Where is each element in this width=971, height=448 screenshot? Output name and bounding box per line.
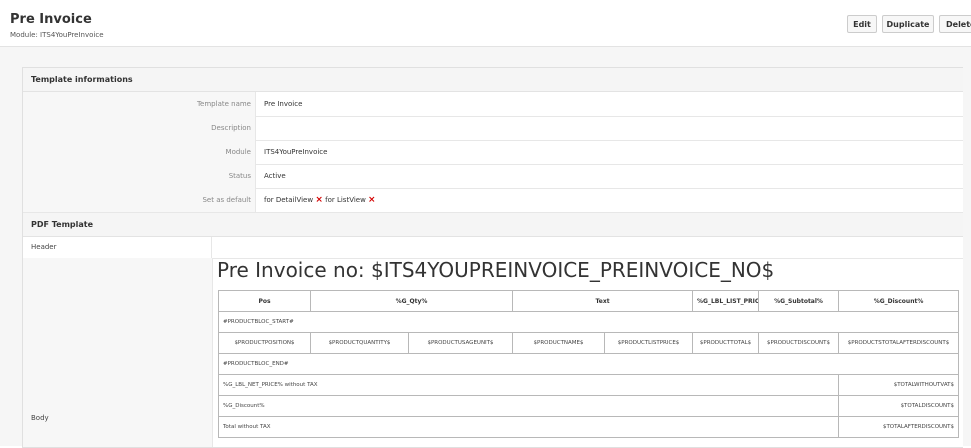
summary-label: %G_Discount% bbox=[217, 395, 840, 417]
field-label: Module bbox=[23, 140, 256, 164]
bloc-end-row: #PRODUCTBLOC_END# bbox=[217, 353, 960, 375]
summary-row: %G_LBL_NET_PRICE% without TAX $TOTALWITH… bbox=[217, 374, 960, 396]
col-header-text: Text bbox=[512, 290, 694, 312]
field-label: Description bbox=[23, 116, 256, 140]
product-usage-unit: $PRODUCTUSAGEUNIT$ bbox=[407, 332, 514, 354]
summary-value: $TOTALAFTERDISCOUNT$ bbox=[838, 416, 960, 438]
header-label: Header bbox=[23, 237, 212, 258]
product-table-header: Pos %G_Qty% Text %G_LBL_LIST_PRICE% %G_S… bbox=[218, 290, 960, 312]
pdf-template-heading: PDF Template bbox=[23, 213, 963, 237]
product-name: $PRODUCTNAME$ bbox=[512, 332, 606, 354]
invoice-number-heading: Pre Invoice no: $ITS4YOUPREINVOICE_PREIN… bbox=[217, 258, 775, 282]
field-value: Active bbox=[264, 172, 286, 180]
field-value: for DetailView × for ListView × bbox=[264, 188, 376, 212]
product-table: Pos %G_Qty% Text %G_LBL_LIST_PRICE% %G_S… bbox=[217, 290, 960, 438]
bloc-start-marker: #PRODUCTBLOC_START# bbox=[217, 311, 960, 333]
summary-row: %G_Discount% $TOTALDISCOUNT$ bbox=[217, 395, 960, 417]
summary-label: %G_LBL_NET_PRICE% without TAX bbox=[217, 374, 840, 396]
row-module: Module ITS4YouPreInvoice bbox=[23, 140, 963, 165]
product-discount: $PRODUCTDISCOUNT$ bbox=[758, 332, 840, 354]
default-listview-label: for ListView bbox=[325, 196, 366, 204]
col-header-qty: %G_Qty% bbox=[309, 290, 514, 312]
bloc-start-row: #PRODUCTBLOC_START# bbox=[217, 311, 960, 333]
body-label-cell: Body bbox=[23, 258, 213, 447]
summary-value: $TOTALDISCOUNT$ bbox=[838, 395, 960, 417]
product-quantity: $PRODUCTQUANTITY$ bbox=[310, 332, 409, 354]
product-total: $PRODUCTTOTAL$ bbox=[692, 332, 760, 354]
summary-value: $TOTALWITHOUTVAT$ bbox=[838, 374, 960, 396]
delete-button[interactable]: Delete bbox=[939, 15, 971, 33]
field-label: Template name bbox=[23, 92, 256, 116]
page-title: Pre Invoice bbox=[10, 12, 92, 27]
product-list-price: $PRODUCTLISTPRICE$ bbox=[604, 332, 694, 354]
duplicate-button[interactable]: Duplicate bbox=[882, 15, 934, 33]
field-label: Set as default bbox=[23, 188, 256, 212]
row-description: Description bbox=[23, 116, 963, 141]
product-row: $PRODUCTPOSITION$ $PRODUCTQUANTITY$ $PRO… bbox=[218, 332, 960, 354]
field-value: Pre Invoice bbox=[264, 100, 303, 108]
row-template-name: Template name Pre Invoice bbox=[23, 92, 963, 117]
product-total-after-discount: $PRODUCTSTOTALAFTERDISCOUNT$ bbox=[838, 332, 960, 354]
summary-label: Total without TAX bbox=[217, 416, 840, 438]
listview-remove-icon[interactable]: × bbox=[368, 195, 376, 205]
edit-button[interactable]: Edit bbox=[847, 15, 877, 33]
summary-row: Total without TAX $TOTALAFTERDISCOUNT$ bbox=[217, 416, 960, 438]
col-header-discount: %G_Discount% bbox=[838, 290, 960, 312]
col-header-list-price: %G_LBL_LIST_PRICE% bbox=[692, 290, 760, 312]
module-label: Module: bbox=[10, 31, 38, 39]
default-detailview-label: for DetailView bbox=[264, 196, 314, 204]
detail-header: Pre Invoice Module: ITS4YouPreInvoice Ed… bbox=[0, 0, 971, 47]
col-header-pos: Pos bbox=[218, 290, 311, 312]
module-line: Module: ITS4YouPreInvoice bbox=[10, 31, 104, 39]
template-informations-heading: Template informations bbox=[23, 68, 963, 92]
product-position: $PRODUCTPOSITION$ bbox=[218, 332, 311, 354]
main-content: Template informations Template name Pre … bbox=[0, 47, 971, 448]
module-value: ITS4YouPreInvoice bbox=[40, 31, 104, 39]
detailview-remove-icon[interactable]: × bbox=[315, 195, 323, 205]
pdf-header-row: Header bbox=[23, 237, 963, 259]
row-status: Status Active bbox=[23, 164, 963, 189]
col-header-subtotal: %G_Subtotal% bbox=[758, 290, 840, 312]
body-label: Body bbox=[31, 414, 49, 422]
row-set-as-default: Set as default for DetailView × for List… bbox=[23, 188, 963, 213]
field-label: Status bbox=[23, 164, 256, 188]
bloc-end-marker: #PRODUCTBLOC_END# bbox=[217, 353, 960, 375]
field-value: ITS4YouPreInvoice bbox=[264, 148, 328, 156]
template-detail-panel: Template informations Template name Pre … bbox=[22, 67, 963, 448]
